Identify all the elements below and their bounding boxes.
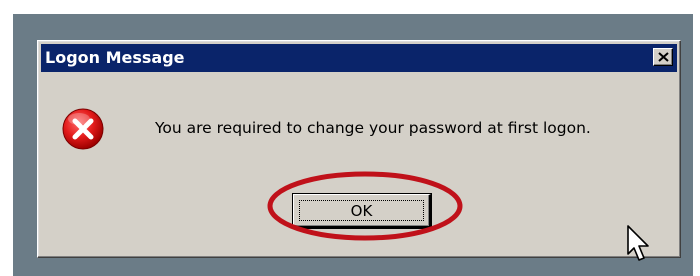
dialog-message: You are required to change your password… [155, 119, 591, 137]
dialog-title: Logon Message [45, 48, 185, 67]
close-button[interactable] [653, 48, 673, 66]
error-icon [62, 108, 104, 150]
ok-button[interactable]: OK [293, 194, 431, 228]
logon-message-dialog: Logon Message You are required to change… [37, 40, 681, 258]
ok-button-label: OK [350, 201, 373, 220]
mouse-pointer-icon [627, 225, 649, 261]
close-icon [658, 52, 669, 62]
title-bar[interactable]: Logon Message [41, 44, 677, 72]
